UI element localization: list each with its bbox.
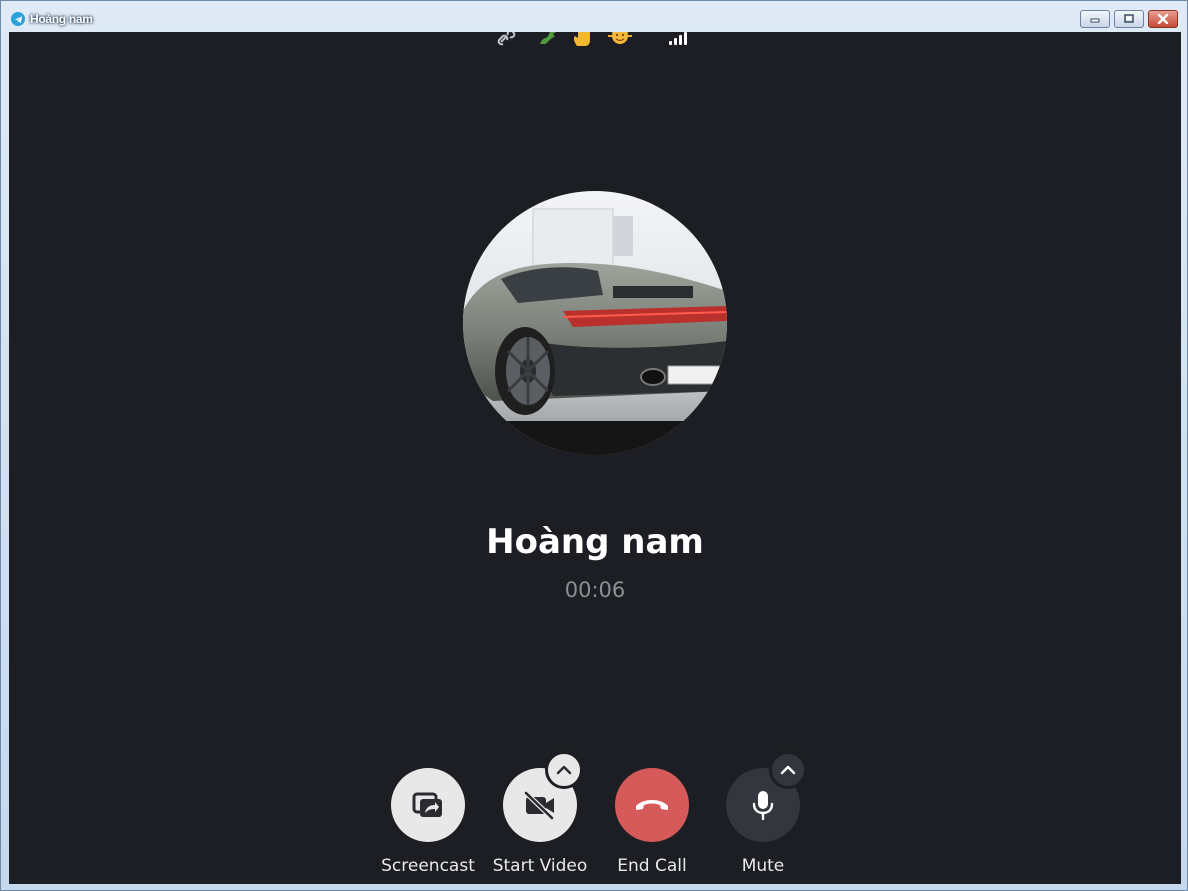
close-icon xyxy=(1157,14,1169,24)
link-icon xyxy=(497,32,516,46)
call-panel: Hoàng nam 00:06 Screencast Start Video E… xyxy=(9,32,1181,884)
signal-strength-icon xyxy=(669,32,693,45)
video-options-toggle[interactable] xyxy=(545,751,583,789)
call-duration: 00:06 xyxy=(564,578,626,602)
telegram-icon xyxy=(11,12,25,26)
minimize-icon xyxy=(1090,18,1100,23)
close-button[interactable] xyxy=(1148,10,1178,28)
audio-options-toggle[interactable] xyxy=(769,751,807,789)
sun-icon xyxy=(608,32,632,44)
chevron-up-icon xyxy=(556,765,572,775)
peer-name: Hoàng nam xyxy=(486,522,704,562)
microphone-icon xyxy=(752,791,774,821)
window-title: Hoàng nam xyxy=(30,12,93,26)
hand-icon xyxy=(573,32,590,46)
maximize-button[interactable] xyxy=(1114,10,1144,28)
chevron-up-icon xyxy=(780,765,796,775)
screencast-button[interactable] xyxy=(391,768,465,842)
mute-label: Mute xyxy=(741,856,785,876)
phone-hangup-icon xyxy=(636,800,668,810)
peer-avatar xyxy=(463,191,727,455)
maximize-icon xyxy=(1124,14,1134,23)
video-off-icon xyxy=(524,791,554,820)
end-call-button[interactable] xyxy=(615,768,689,842)
dragon-icon xyxy=(540,32,556,44)
screencast-icon xyxy=(412,792,442,817)
call-window: Hoàng nam Hoàng nam 00:06 Screencast Sta… xyxy=(0,0,1188,891)
title-bar[interactable]: Hoàng nam xyxy=(1,1,1187,33)
minimize-button[interactable] xyxy=(1080,10,1110,28)
